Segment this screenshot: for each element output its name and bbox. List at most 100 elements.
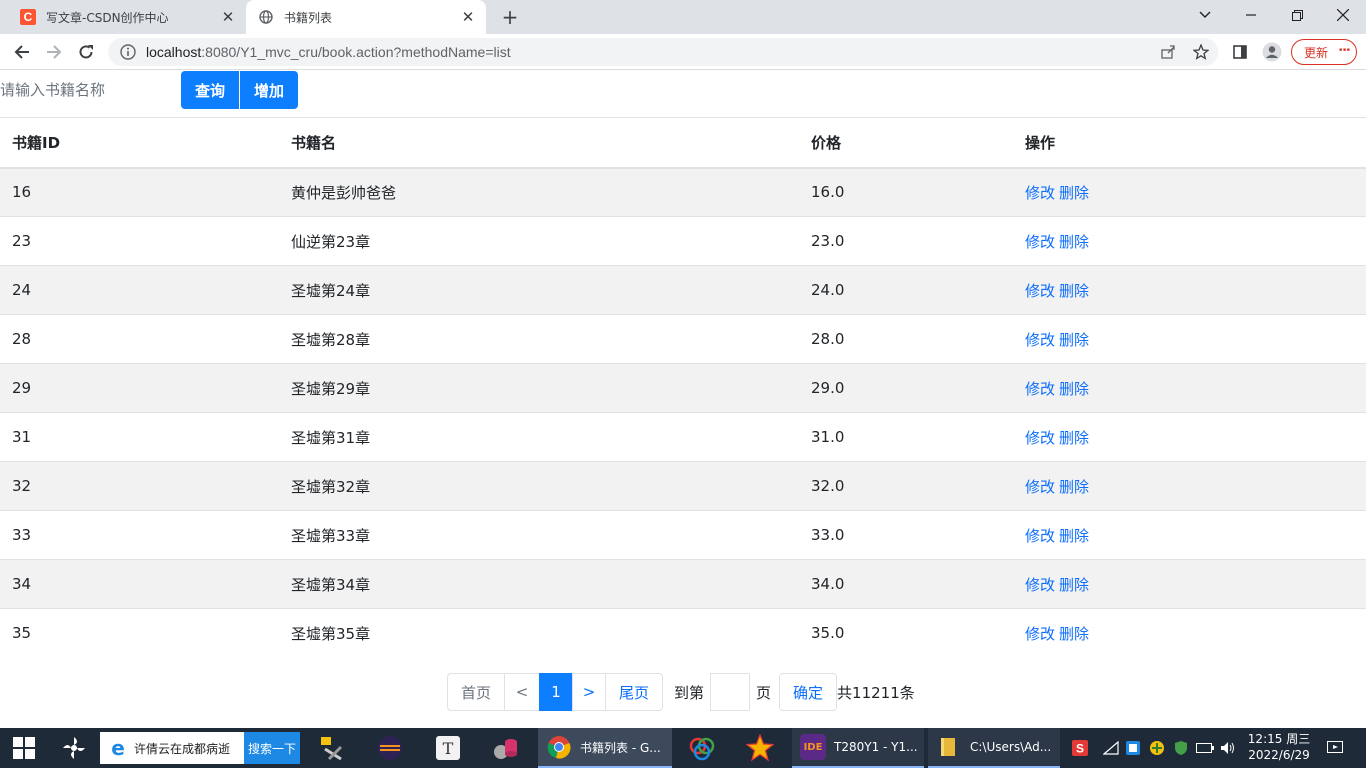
delete-link[interactable]: 删除 — [1059, 380, 1089, 398]
header-book-name: 书籍名 — [279, 117, 799, 169]
network-icon[interactable] — [1102, 728, 1120, 768]
taskbar-java-ide-app[interactable]: IDE T280Y1 - Y1... — [792, 728, 924, 768]
edit-link[interactable]: 修改 — [1025, 331, 1055, 349]
edit-link[interactable]: 修改 — [1025, 429, 1055, 447]
tools-app-icon[interactable] — [316, 728, 348, 768]
book-id-cell: 24 — [0, 265, 279, 315]
forward-arrow-icon[interactable] — [40, 38, 68, 66]
delete-link[interactable]: 删除 — [1059, 429, 1089, 447]
actions-cell: 修改 删除 — [1013, 216, 1366, 266]
book-id-cell: 34 — [0, 559, 279, 609]
database-tool-icon[interactable] — [490, 728, 522, 768]
price-cell: 29.0 — [799, 363, 1013, 413]
address-bar[interactable]: localhost:8080/Y1_mvc_cru/book.action?me… — [108, 38, 1218, 66]
notification-icon[interactable] — [1324, 728, 1346, 768]
taskbar-clock[interactable]: 12:15 周三 2022/6/29 — [1244, 731, 1314, 763]
book-id-cell: 32 — [0, 461, 279, 511]
tray-security-icon[interactable] — [1148, 728, 1166, 768]
search-button[interactable]: 查询 — [181, 71, 239, 109]
eclipse-icon[interactable] — [374, 728, 406, 768]
battery-icon[interactable] — [1196, 728, 1214, 768]
tab-csdn[interactable]: C 写文章-CSDN创作中心 ✕ — [8, 0, 246, 34]
add-button[interactable]: 增加 — [240, 71, 298, 109]
svg-text:S: S — [1076, 742, 1084, 756]
update-label: 更新 — [1304, 45, 1329, 60]
table-body: 16 黄仲是彭帅爸爸 16.0 修改 删除 23 仙逆第23章 23.0 修改 删除 24 圣墟第24… — [0, 167, 1366, 658]
restore-icon[interactable] — [1274, 0, 1320, 30]
next-page-button[interactable]: > — [572, 673, 606, 711]
delete-link[interactable]: 删除 — [1059, 625, 1089, 643]
kebab-menu-icon[interactable]: ⋮ — [1336, 43, 1351, 54]
side-panel-icon[interactable] — [1228, 40, 1252, 64]
windows-taskbar: e 许倩云在成都病逝 搜索一下 T 书籍列表 - G... IDE T280Y1… — [0, 728, 1366, 768]
colorful-rings-app-icon[interactable] — [686, 728, 718, 768]
tab-book-list[interactable]: 书籍列表 ✕ — [246, 0, 486, 34]
reload-icon[interactable] — [72, 38, 100, 66]
taskbar-search-box[interactable]: e 许倩云在成都病逝 搜索一下 — [100, 732, 300, 764]
book-name-cell: 圣墟第35章 — [279, 608, 799, 658]
taskbar-explorer-app[interactable]: C:\Users\Ad... — [928, 728, 1060, 768]
edit-link[interactable]: 修改 — [1025, 625, 1055, 643]
price-cell: 31.0 — [799, 412, 1013, 462]
chevron-down-icon[interactable] — [1182, 0, 1228, 30]
goto-prefix-label: 到第 — [674, 683, 705, 702]
taskbar-app-label: C:\Users\Ad... — [970, 740, 1052, 754]
delete-link[interactable]: 删除 — [1059, 478, 1089, 496]
first-page-button[interactable]: 首页 — [447, 673, 505, 711]
edit-link[interactable]: 修改 — [1025, 380, 1055, 398]
shield-icon[interactable] — [1172, 728, 1190, 768]
java-ee-ide-icon: IDE — [800, 734, 826, 760]
close-icon[interactable]: ✕ — [458, 7, 478, 27]
price-cell: 35.0 — [799, 608, 1013, 658]
svg-text:T: T — [443, 739, 454, 758]
delete-link[interactable]: 删除 — [1059, 527, 1089, 545]
share-icon[interactable] — [1156, 40, 1180, 64]
windows-start-icon[interactable] — [8, 728, 40, 768]
delete-link[interactable]: 删除 — [1059, 576, 1089, 594]
price-cell: 24.0 — [799, 265, 1013, 315]
taskbar-chrome-app[interactable]: 书籍列表 - G... — [538, 728, 672, 768]
profile-avatar-icon[interactable] — [1260, 40, 1284, 64]
tab-title: 书籍列表 — [284, 10, 333, 25]
last-page-button[interactable]: 尾页 — [605, 673, 663, 711]
sogou-ime-icon[interactable]: S — [1070, 728, 1090, 768]
minimize-icon[interactable] — [1228, 0, 1274, 30]
book-name-cell: 圣墟第28章 — [279, 314, 799, 364]
table-row: 33 圣墟第33章 33.0 修改 删除 — [0, 510, 1366, 560]
edit-link[interactable]: 修改 — [1025, 282, 1055, 300]
close-icon[interactable]: ✕ — [218, 7, 238, 27]
new-tab-plus-icon[interactable]: + — [498, 5, 522, 29]
speaker-icon[interactable] — [1218, 728, 1238, 768]
edit-link[interactable]: 修改 — [1025, 233, 1055, 251]
edit-link[interactable]: 修改 — [1025, 184, 1055, 202]
page-content: 查询 增加 书籍ID 书籍名 价格 操作 16黄仲是彭帅爸爸16.0修改删除23… — [0, 71, 1366, 728]
edit-link[interactable]: 修改 — [1025, 527, 1055, 545]
taskbar-search-button[interactable]: 搜索一下 — [244, 732, 300, 764]
price-cell: 23.0 — [799, 216, 1013, 266]
typora-icon[interactable]: T — [432, 728, 464, 768]
star-app-icon[interactable] — [744, 728, 776, 768]
star-bookmark-icon[interactable] — [1189, 40, 1213, 64]
delete-link[interactable]: 删除 — [1059, 184, 1089, 202]
book-name-cell: 圣墟第33章 — [279, 510, 799, 560]
delete-link[interactable]: 删除 — [1059, 331, 1089, 349]
window-close-icon[interactable] — [1320, 0, 1366, 30]
price-cell: 34.0 — [799, 559, 1013, 609]
info-icon[interactable] — [120, 44, 136, 60]
book-name-search-input[interactable] — [0, 71, 181, 109]
prev-page-button[interactable]: < — [504, 673, 540, 711]
delete-link[interactable]: 删除 — [1059, 282, 1089, 300]
pinwheel-app-icon[interactable] — [58, 728, 90, 768]
price-cell: 28.0 — [799, 314, 1013, 364]
folder-icon — [936, 734, 962, 760]
goto-page-input[interactable] — [710, 673, 751, 711]
confirm-goto-button[interactable]: 确定 — [779, 673, 838, 711]
edit-link[interactable]: 修改 — [1025, 478, 1055, 496]
current-page-button[interactable]: 1 — [539, 673, 573, 711]
edit-link[interactable]: 修改 — [1025, 576, 1055, 594]
update-button[interactable]: 更新 ⋮ — [1291, 39, 1357, 65]
tray-app-icon[interactable] — [1124, 728, 1142, 768]
delete-link[interactable]: 删除 — [1059, 233, 1089, 251]
back-arrow-icon[interactable] — [8, 38, 36, 66]
price-cell: 16.0 — [799, 167, 1013, 217]
